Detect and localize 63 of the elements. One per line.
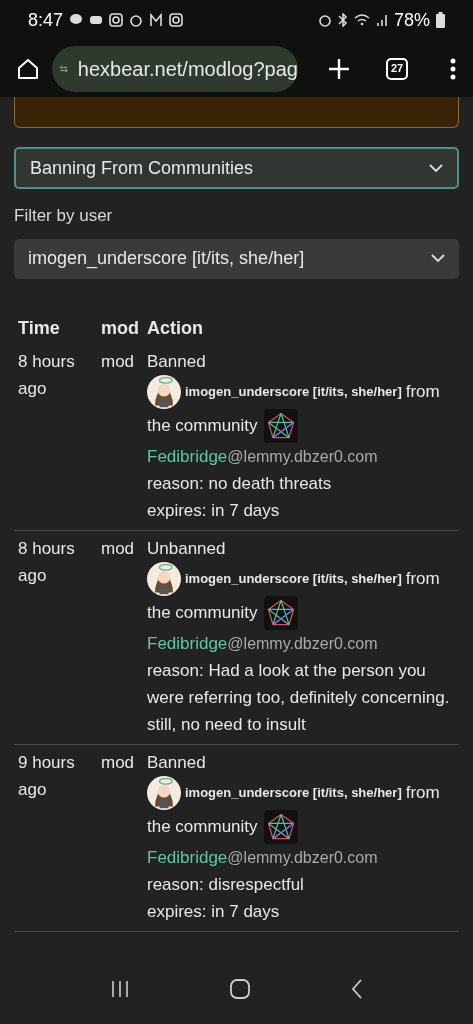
community-text: the community — [147, 816, 258, 838]
user-filter-select[interactable]: imogen_underscore [it/its, she/her] — [14, 238, 459, 279]
address-bar[interactable]: hexbear.net/modlog?pag — [52, 45, 298, 92]
select-value: Banning From Communities — [30, 156, 254, 180]
time-cell-text: 9 hours ago — [18, 751, 76, 801]
from-text: from — [405, 782, 440, 804]
back-icon[interactable] — [350, 979, 363, 999]
community-icon — [263, 595, 298, 630]
filter-label: Filter by user — [14, 205, 114, 227]
menu-icon[interactable] — [450, 57, 456, 80]
action-label: Banned — [147, 350, 207, 373]
from-text: from — [405, 381, 440, 403]
tab-count-button[interactable]: 27 — [386, 57, 408, 80]
mod-cell-text: mod — [101, 751, 136, 774]
camera-icon — [109, 13, 124, 27]
battery-icon — [436, 12, 445, 28]
from-text: from — [405, 568, 440, 590]
battery-percent: 78% — [393, 8, 430, 32]
mod-cell-text: mod — [101, 350, 136, 373]
chevron-down-icon — [429, 163, 443, 173]
mail-icon — [149, 13, 164, 27]
time-cell-text: 8 hours ago — [18, 350, 76, 400]
reason-text: reason: disrespectful — [147, 873, 305, 896]
recent-apps-icon[interactable] — [110, 980, 129, 998]
user-link[interactable]: imogen_underscore [it/its, she/her] — [185, 378, 402, 405]
avatar-icon — [147, 561, 181, 596]
status-time: 8:47 — [28, 8, 64, 32]
community-icon — [263, 809, 298, 844]
community-text: the community — [147, 415, 258, 437]
time-cell-text: 8 hours ago — [18, 537, 76, 587]
expires-text: expires: in 7 days — [147, 499, 281, 522]
action-filter-select[interactable]: Banning From Communities — [14, 147, 459, 189]
avatar-icon — [147, 775, 181, 810]
column-header: Time — [18, 316, 61, 340]
user-link[interactable]: imogen_underscore [it/its, she/her] — [185, 779, 402, 806]
wifi-icon — [353, 14, 370, 26]
expires-text: expires: in 7 days — [147, 900, 281, 923]
community-text: the community — [147, 602, 258, 624]
bluetooth-icon — [337, 13, 348, 27]
new-tab-icon[interactable] — [328, 57, 350, 80]
signal-icon — [375, 14, 388, 26]
community-icon — [263, 408, 298, 443]
chevron-down-icon — [431, 254, 445, 263]
action-label: Banned — [147, 751, 207, 774]
home-icon[interactable] — [16, 56, 40, 81]
url-text: hexbear.net/modlog?pag — [77, 56, 298, 82]
community-instance: @lemmy.dbzer0.com — [227, 446, 378, 467]
mod-cell-text: mod — [101, 537, 136, 560]
select-value: imogen_underscore [it/its, she/her] — [28, 247, 305, 271]
column-header: mod — [101, 316, 140, 340]
community-instance: @lemmy.dbzer0.com — [227, 847, 378, 868]
column-header: Action — [147, 316, 204, 340]
community-link[interactable]: Fedibridge — [147, 843, 228, 871]
avatar-icon — [147, 374, 181, 409]
action-label: Unbanned — [147, 537, 227, 560]
community-link[interactable]: Fedibridge — [147, 442, 228, 470]
reason-text: reason: no death threats — [147, 472, 333, 495]
home-button-icon[interactable] — [229, 979, 250, 999]
camera-icon — [169, 13, 184, 27]
community-instance: @lemmy.dbzer0.com — [227, 633, 378, 654]
reason-text: reason: Had a look at the person you were referring too, definitely concerning. still, no need to insult — [147, 659, 451, 736]
user-link[interactable]: imogen_underscore [it/its, she/her] — [185, 565, 402, 592]
community-link[interactable]: Fedibridge — [147, 629, 228, 657]
